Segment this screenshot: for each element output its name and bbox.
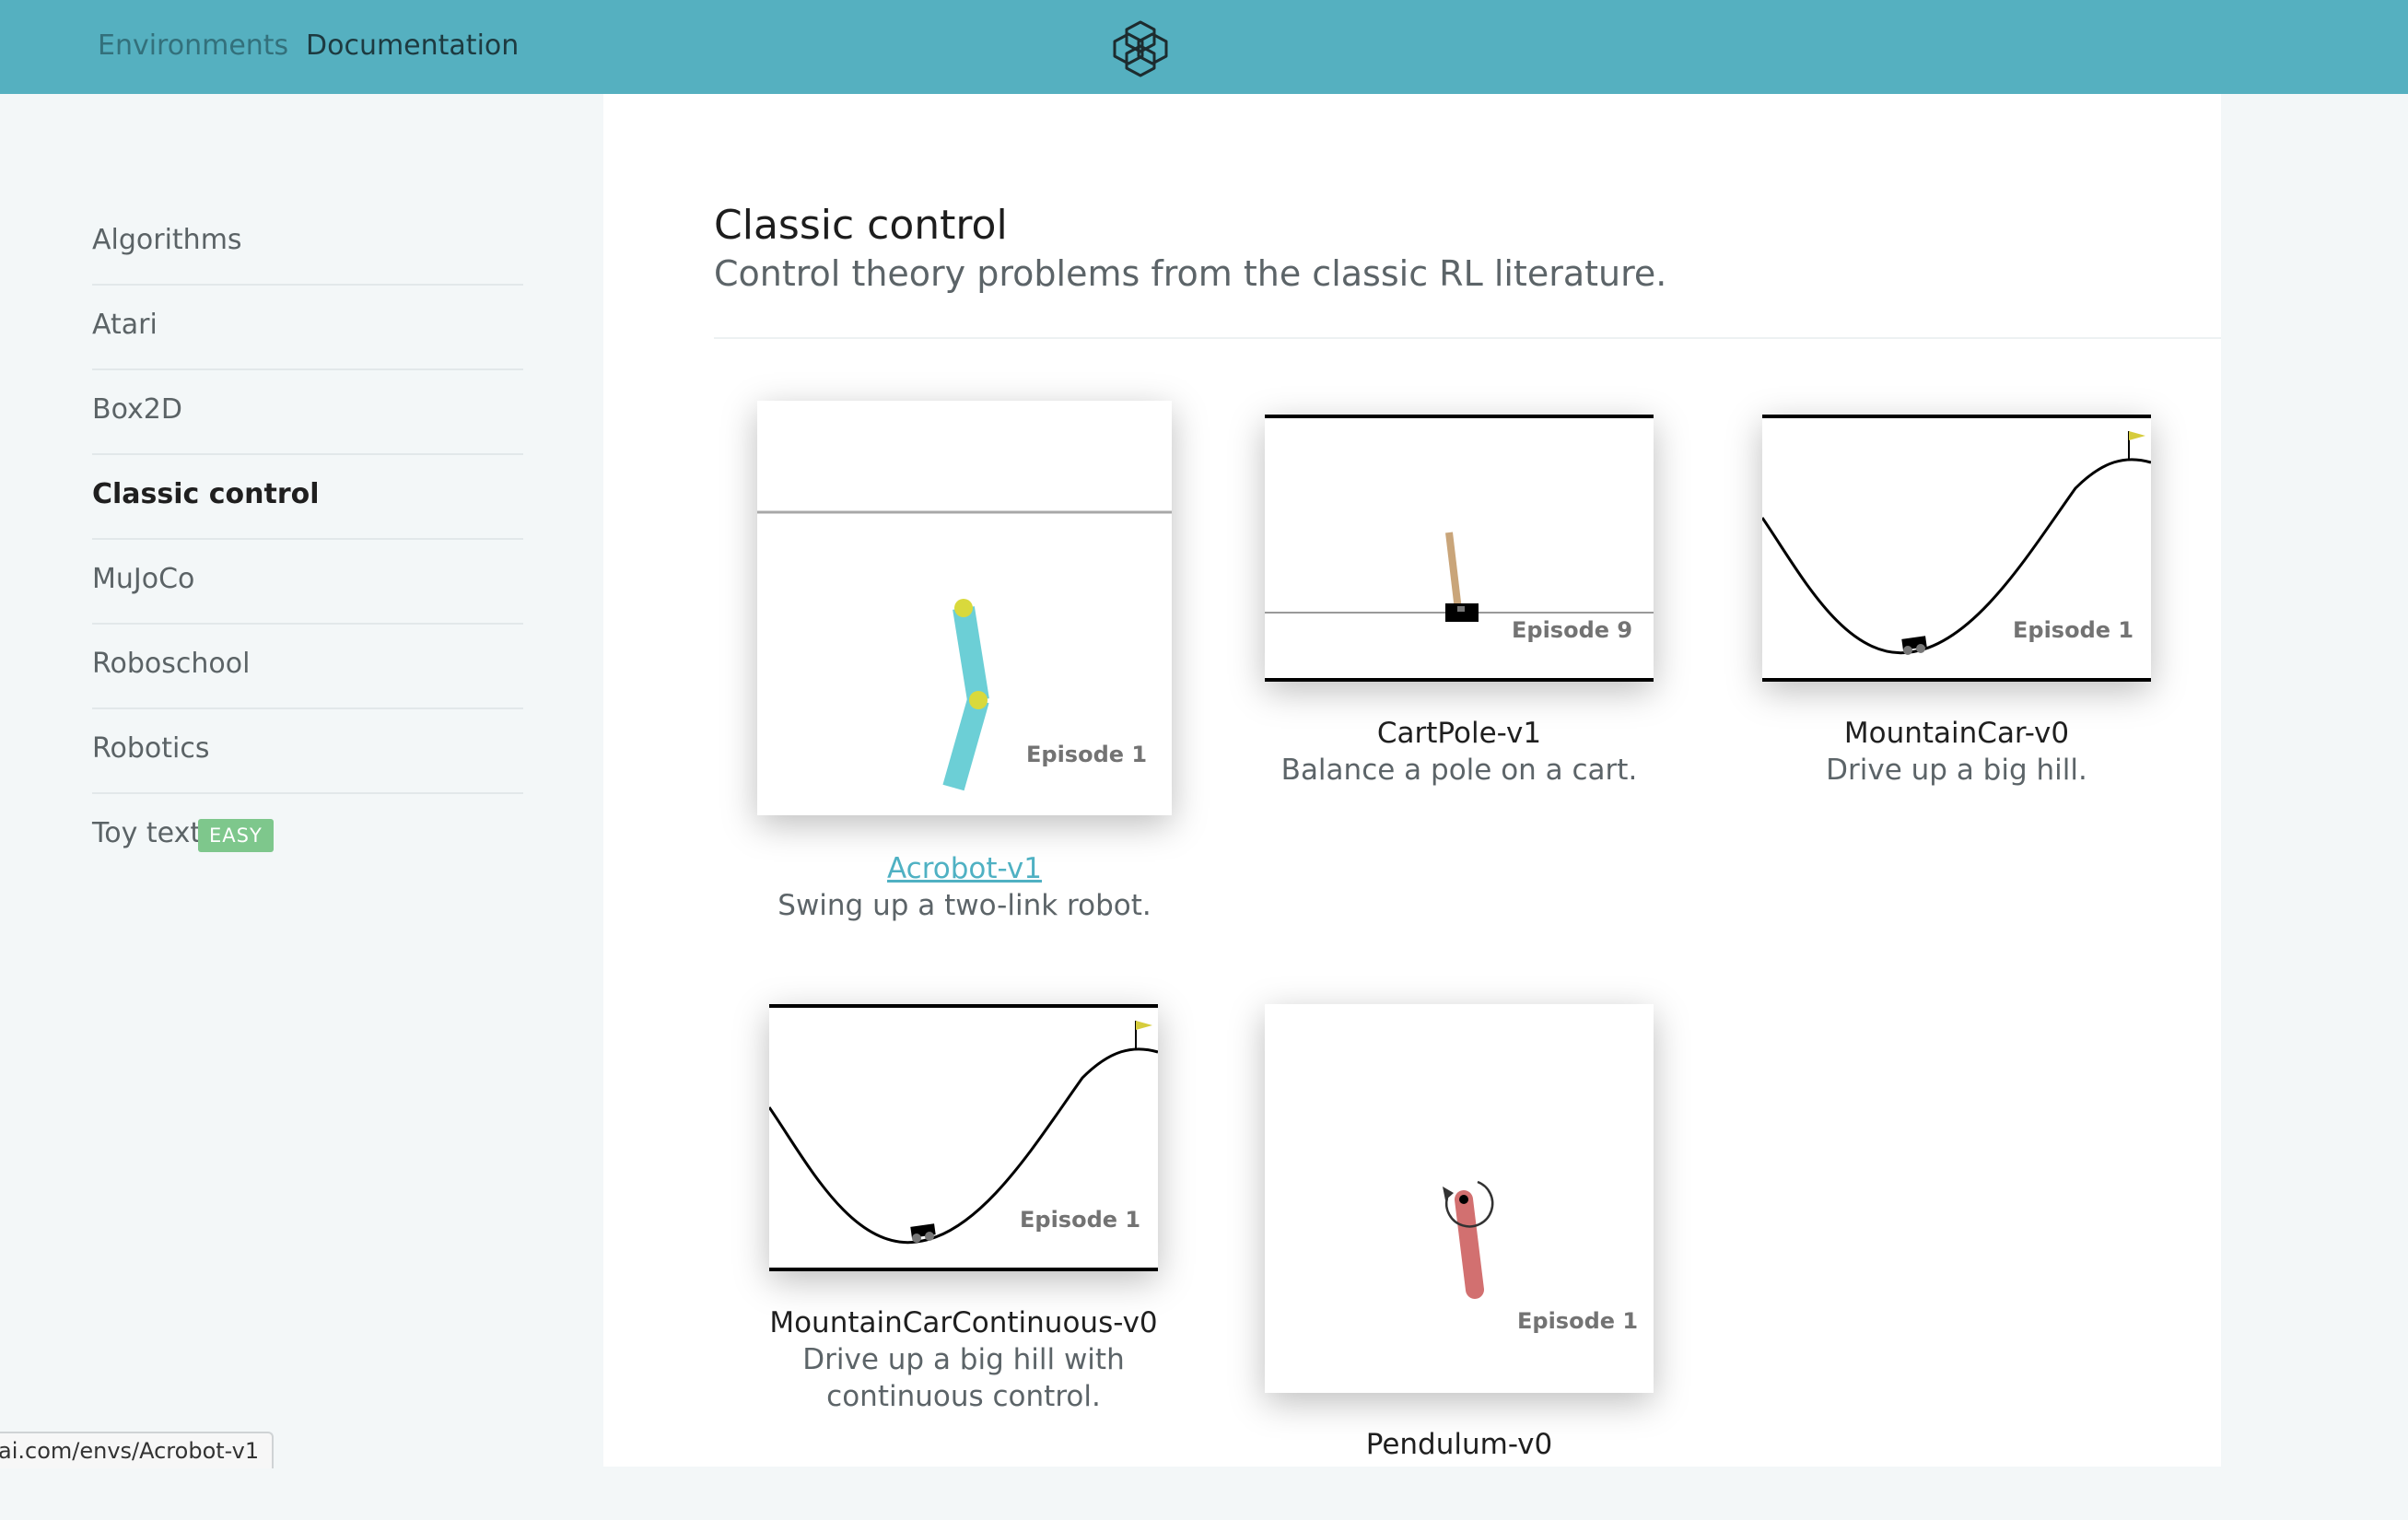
env-card-pendulum[interactable]: Episode 1 Pendulum-v0 xyxy=(1265,1004,1654,1467)
cartpole-pole xyxy=(1445,532,1462,611)
top-navigation-bar: Environments Documentation xyxy=(0,0,2408,94)
sidebar-item-label: Roboschool xyxy=(92,648,251,680)
env-name-cartpole[interactable]: CartPole-v1 xyxy=(1265,715,1654,752)
sidebar-item-atari[interactable]: Atari xyxy=(92,286,523,370)
car-wheel-right xyxy=(1916,644,1925,653)
flag xyxy=(1136,1021,1152,1030)
pendulum-pivot xyxy=(1459,1195,1468,1204)
episode-label: Episode 1 xyxy=(1026,742,1147,767)
env-preview-mountaincar[interactable]: Episode 1 xyxy=(1762,415,2151,682)
env-preview-acrobot[interactable]: Episode 1 xyxy=(757,401,1172,815)
env-card-cartpole[interactable]: Episode 9 CartPole-v1 Balance a pole on … xyxy=(1265,415,1654,894)
env-description: Swing up a two-link robot. xyxy=(777,889,1151,922)
car-wheel-left xyxy=(912,1234,921,1243)
sidebar-item-label: Classic control xyxy=(92,478,320,510)
episode-label: Episode 1 xyxy=(2013,617,2133,643)
episode-label: Episode 1 xyxy=(1517,1308,1638,1334)
acrobot-upper-link xyxy=(953,606,989,702)
env-preview-cartpole[interactable]: Episode 9 xyxy=(1265,415,1654,682)
page-subtitle: Control theory problems from the classic… xyxy=(714,253,1667,294)
easy-badge: EASY xyxy=(198,819,274,852)
main-content: Classic control Control theory problems … xyxy=(603,94,2221,1467)
nav-link-environments[interactable]: Environments xyxy=(98,28,288,64)
env-name-mountaincar[interactable]: MountainCar-v0 xyxy=(1762,715,2151,752)
sidebar-item-label: Box2D xyxy=(92,393,182,426)
env-description: Drive up a big hill with xyxy=(802,1343,1125,1376)
page-title: Classic control xyxy=(714,202,1008,249)
env-card-mountaincar[interactable]: Episode 1 MountainCar-v0 Drive up a big … xyxy=(1762,415,2151,894)
gym-logo-icon[interactable] xyxy=(1110,18,1171,79)
sidebar-item-toy-text[interactable]: Toy text EASY xyxy=(92,794,523,879)
sidebar-item-classic-control[interactable]: Classic control xyxy=(92,455,523,540)
car-wheel-right xyxy=(925,1232,934,1241)
acrobot-joint-middle xyxy=(969,691,988,709)
env-card-mountaincarcontinuous[interactable]: Episode 1 MountainCarContinuous-v0 Drive… xyxy=(769,1004,1158,1520)
sidebar-item-label: Algorithms xyxy=(92,224,242,256)
sidebar-item-robotics[interactable]: Robotics xyxy=(92,709,523,794)
flag xyxy=(2129,431,2145,440)
sidebar-item-label: Robotics xyxy=(92,732,210,765)
episode-label: Episode 1 xyxy=(1020,1207,1140,1233)
env-name-pendulum[interactable]: Pendulum-v0 xyxy=(1265,1426,1654,1463)
sidebar-item-mujoco[interactable]: MuJoCo xyxy=(92,540,523,625)
sidebar-item-box2d[interactable]: Box2D xyxy=(92,370,523,455)
cartpole-axle xyxy=(1457,606,1465,612)
section-divider xyxy=(714,337,2221,339)
env-description: Drive up a big hill. xyxy=(1826,754,2087,787)
nav-link-documentation[interactable]: Documentation xyxy=(306,28,519,64)
sidebar-item-label: MuJoCo xyxy=(92,563,195,595)
env-card-acrobot[interactable]: Episode 1 Acrobot-v1 Swing up a two-link… xyxy=(757,401,1172,1027)
env-description: Balance a pole on a cart. xyxy=(1280,754,1638,787)
car-wheel-left xyxy=(1903,646,1912,655)
env-description: continuous control. xyxy=(826,1380,1101,1413)
sidebar-item-algorithms[interactable]: Algorithms xyxy=(92,201,523,286)
env-preview-mountaincarcontinuous[interactable]: Episode 1 xyxy=(769,1004,1158,1271)
sidebar-item-label: Atari xyxy=(92,309,158,341)
sidebar-item-roboschool[interactable]: Roboschool xyxy=(92,625,523,709)
status-bar-url: ai.com/envs/Acrobot-v1 xyxy=(0,1432,275,1468)
env-link-acrobot[interactable]: Acrobot-v1 xyxy=(757,850,1172,887)
sidebar-item-label: Toy text xyxy=(92,817,202,849)
episode-label: Episode 9 xyxy=(1512,617,1632,643)
env-name-mountaincarcontinuous[interactable]: MountainCarContinuous-v0 xyxy=(769,1304,1158,1341)
acrobot-lower-link xyxy=(942,696,989,791)
pendulum-rod xyxy=(1455,1190,1484,1299)
env-preview-pendulum[interactable]: Episode 1 xyxy=(1265,1004,1654,1393)
acrobot-joint-top xyxy=(954,599,973,617)
